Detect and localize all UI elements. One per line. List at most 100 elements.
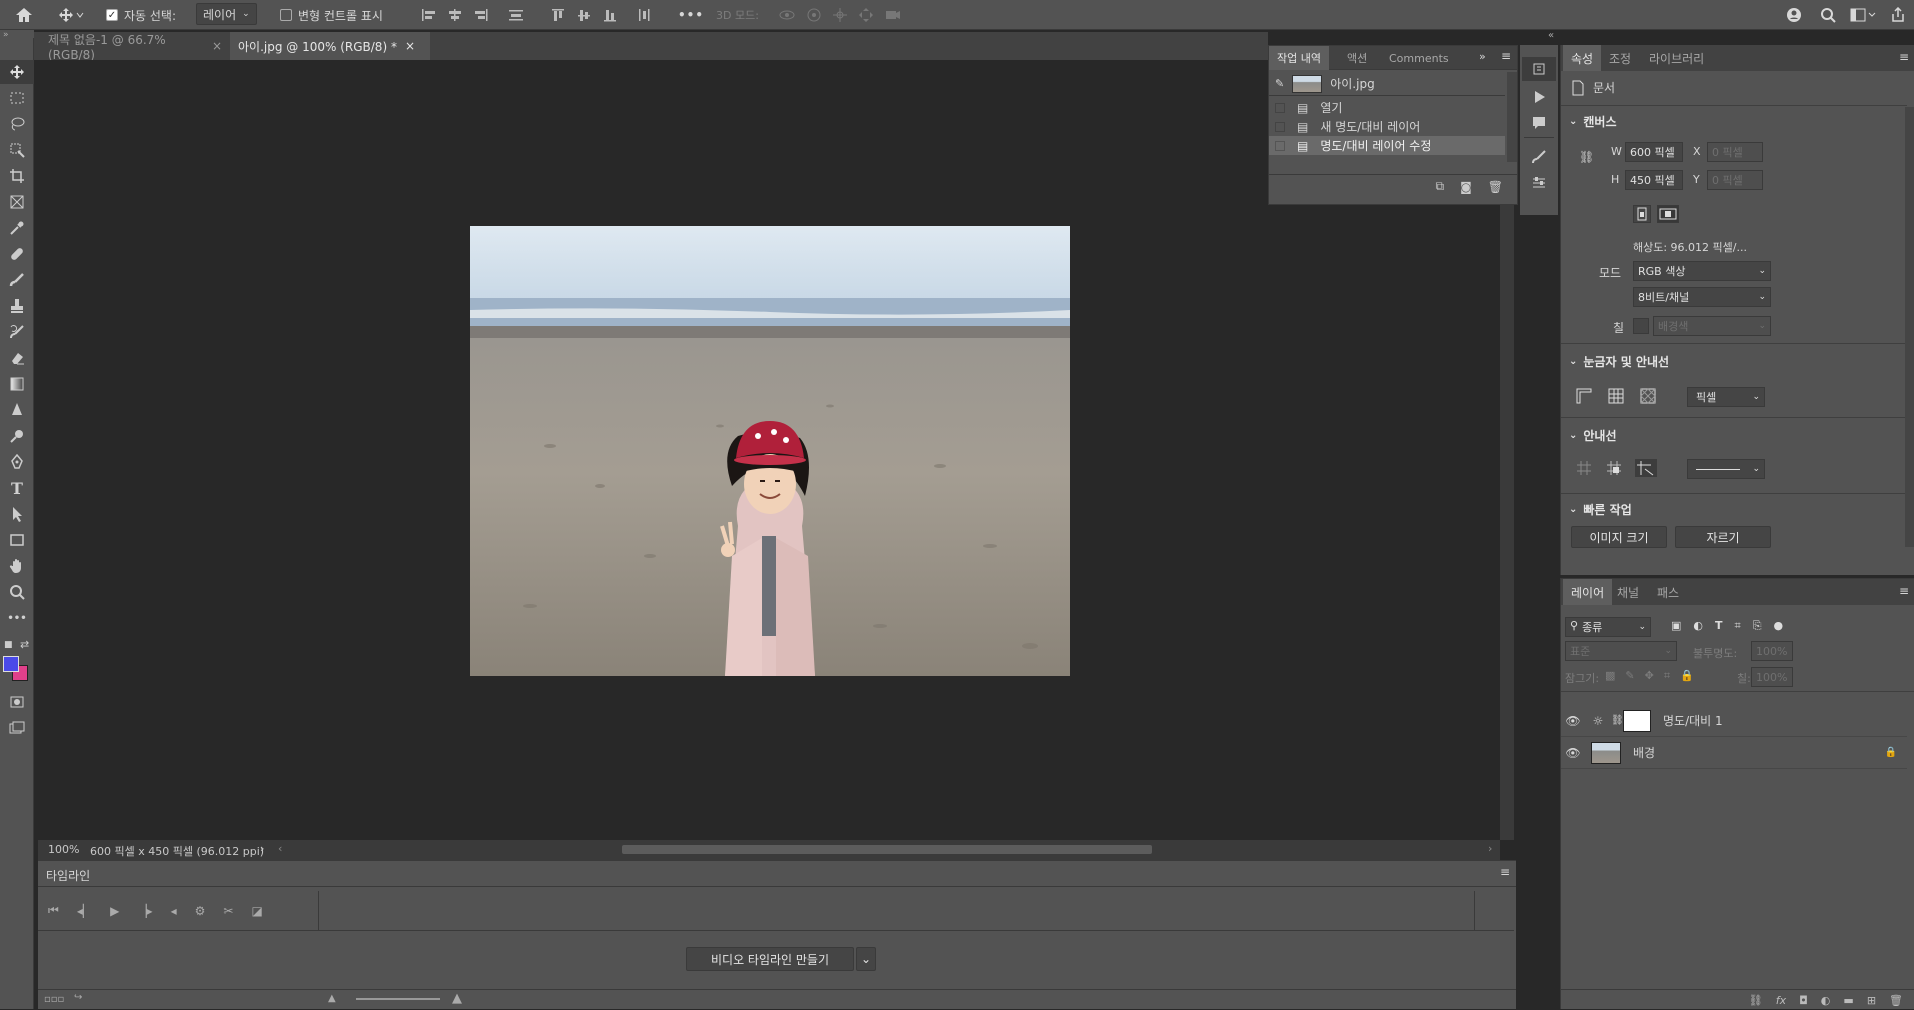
align-center-icon[interactable] — [446, 7, 464, 23]
create-video-timeline-button[interactable]: 비디오 타임라인 만들기 — [686, 947, 854, 971]
fill-color-swatch[interactable] — [1633, 318, 1649, 334]
go-to-first-frame-icon[interactable]: ⏮ — [48, 903, 59, 918]
new-document-from-state-icon[interactable]: ⧉ — [1436, 179, 1445, 194]
transition-icon[interactable]: ◪ — [251, 904, 262, 918]
split-icon[interactable]: ✂ — [223, 904, 233, 918]
healing-brush-tool-icon[interactable] — [0, 242, 34, 266]
settings-icon[interactable]: ⚙ — [195, 904, 206, 918]
auto-select-dropdown[interactable]: 레이어 ⌄ — [196, 3, 257, 25]
move-tool-icon[interactable] — [0, 60, 34, 84]
link-icon[interactable]: ⛓ — [1611, 715, 1624, 726]
panel-menu-icon[interactable]: ≡ — [1899, 584, 1909, 598]
layer-style-icon[interactable]: fx — [1776, 994, 1786, 1007]
comments-panel-icon[interactable] — [1522, 111, 1556, 135]
3d-camera-icon[interactable] — [884, 7, 902, 23]
lock-position-icon[interactable]: ✥ — [1645, 669, 1654, 683]
link-layers-icon[interactable]: ⛓ — [1749, 994, 1763, 1007]
toolbar-collapse-icon[interactable]: » — [0, 30, 34, 40]
3d-orbit-icon[interactable] — [778, 7, 796, 23]
tab-channels[interactable]: 채널 — [1609, 579, 1647, 605]
more-options-button[interactable]: ••• — [678, 5, 704, 25]
path-selection-tool-icon[interactable] — [0, 502, 34, 526]
tab-layers[interactable]: 레이어 — [1563, 579, 1613, 605]
move-tool-preset-icon[interactable] — [56, 5, 86, 25]
new-layer-icon[interactable]: ⊞ — [1867, 994, 1876, 1007]
swap-colors-icon[interactable]: ⇄ — [20, 638, 29, 651]
type-layer-filter-icon[interactable]: T — [1715, 619, 1723, 633]
pixel-grid-icon[interactable] — [1639, 387, 1657, 405]
lock-artboard-icon[interactable]: ⌗ — [1664, 669, 1670, 683]
layer-name[interactable]: 명도/대비 1 — [1663, 712, 1723, 729]
shape-layer-filter-icon[interactable]: ⌗ — [1735, 619, 1741, 633]
layer-row[interactable]: 👁 ☼ ⛓ 명도/대비 1 — [1561, 705, 1907, 737]
align-right-icon[interactable] — [472, 7, 490, 23]
timeline-title[interactable]: 타임라인 — [46, 867, 90, 884]
opacity-input[interactable]: 100% — [1751, 641, 1793, 661]
color-mode-dropdown[interactable]: RGB 색상 ⌄ — [1633, 261, 1771, 281]
zoom-in-icon[interactable]: ▲ — [452, 991, 462, 1006]
properties-scrollbar[interactable] — [1905, 107, 1914, 547]
3d-pan-icon[interactable] — [832, 7, 848, 23]
camera-icon[interactable]: ◙ — [1460, 180, 1472, 194]
tab-properties[interactable]: 속성 — [1563, 45, 1602, 71]
audio-icon[interactable]: ◂ — [171, 904, 177, 918]
zoom-out-icon[interactable]: ▲ — [328, 993, 336, 1004]
brush-tool-icon[interactable] — [0, 268, 34, 292]
zoom-level[interactable]: 100% — [48, 843, 79, 856]
add-mask-icon[interactable]: ◘ — [1799, 994, 1808, 1007]
panel-menu-icon[interactable]: ≡ — [1501, 49, 1511, 63]
ruler-icon[interactable] — [1575, 387, 1593, 405]
layer-mask-thumbnail[interactable] — [1623, 709, 1651, 732]
layer-thumbnail[interactable] — [1591, 741, 1621, 764]
timeline-type-dropdown[interactable]: ⌄ — [856, 947, 876, 971]
home-icon[interactable] — [12, 5, 36, 25]
zoom-slider[interactable] — [356, 998, 440, 1000]
bit-depth-dropdown[interactable]: 8비트/채널 ⌄ — [1633, 287, 1771, 307]
actions-panel-icon[interactable] — [1522, 85, 1556, 109]
workspace-icon[interactable] — [1850, 7, 1876, 23]
image-size-button[interactable]: 이미지 크기 — [1571, 526, 1667, 548]
collapse-panel-icon[interactable]: » — [1479, 50, 1486, 63]
gradient-tool-icon[interactable] — [0, 372, 34, 396]
edit-toolbar-icon[interactable]: ••• — [0, 606, 34, 630]
guides-section-header[interactable]: ⌄ 안내선 — [1561, 425, 1907, 445]
tab-actions[interactable]: 액션 — [1339, 46, 1375, 70]
3d-slide-icon[interactable] — [858, 7, 874, 23]
lock-image-icon[interactable]: ✎ — [1625, 669, 1634, 683]
eyedropper-tool-icon[interactable] — [0, 216, 34, 240]
learn-icon[interactable] — [1786, 7, 1806, 23]
tab-libraries[interactable]: 라이브러리 — [1641, 45, 1712, 71]
blur-tool-icon[interactable] — [0, 398, 34, 422]
horizontal-scrollbar-thumb[interactable] — [622, 845, 1152, 854]
portrait-orientation-icon[interactable] — [1633, 205, 1651, 223]
quick-mask-icon[interactable] — [0, 690, 34, 714]
new-group-icon[interactable]: ▬ — [1843, 994, 1853, 1007]
link-icon[interactable]: ⛓ — [1579, 150, 1594, 164]
document-image[interactable] — [470, 226, 1070, 676]
close-icon[interactable]: × — [212, 39, 222, 53]
align-top-icon[interactable] — [550, 7, 568, 23]
blend-mode-dropdown[interactable]: 표준 ⌄ — [1565, 641, 1677, 661]
layer-row[interactable]: 👁 배경 🔒 — [1561, 737, 1907, 769]
panel-menu-icon[interactable]: ≡ — [1500, 865, 1510, 879]
chevron-right-icon[interactable]: › — [260, 842, 264, 855]
adjustments-panel-icon[interactable] — [1522, 171, 1556, 195]
history-snapshot[interactable]: ✎ 아이.jpg — [1269, 72, 1505, 96]
quick-actions-section-header[interactable]: ⌄ 빠른 작업 — [1561, 499, 1907, 519]
scroll-right-icon[interactable]: › — [1488, 842, 1492, 855]
history-item[interactable]: ▤ 새 명도/대비 레이어 — [1269, 117, 1505, 136]
adjustment-layer-filter-icon[interactable]: ◐ — [1693, 619, 1703, 633]
tab-active-document[interactable]: 아이.jpg @ 100% (RGB/8) * × — [230, 32, 430, 60]
screen-mode-icon[interactable] — [0, 716, 34, 740]
align-bottom-icon[interactable] — [602, 7, 620, 23]
tab-adjustments[interactable]: 조정 — [1601, 45, 1639, 71]
canvas-width-input[interactable]: 600 픽셀 — [1625, 142, 1683, 162]
lasso-tool-icon[interactable] — [0, 112, 34, 136]
history-brush-tool-icon[interactable] — [0, 320, 34, 344]
crop-tool-icon[interactable] — [0, 164, 34, 188]
tab-untitled[interactable]: 제목 없음-1 @ 66.7% (RGB/8) × — [40, 32, 230, 62]
previous-frame-icon[interactable]: ◂▏ — [77, 904, 92, 918]
object-selection-tool-icon[interactable] — [0, 138, 34, 162]
convert-icon[interactable]: ↪ — [74, 992, 82, 1003]
auto-select-checkbox[interactable]: ✓ 자동 선택: — [106, 5, 176, 25]
